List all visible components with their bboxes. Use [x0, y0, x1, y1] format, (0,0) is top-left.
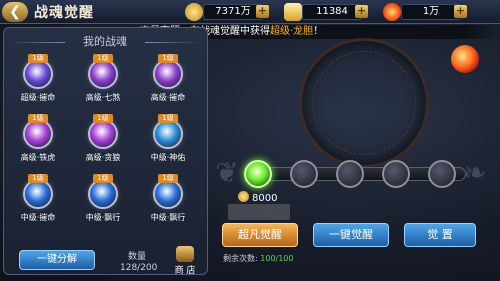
soul-title: 贪狼	[104, 153, 121, 162]
soul-grade: 高级	[85, 153, 102, 162]
soul-item[interactable]: 1级超级·摧命	[8, 52, 68, 112]
back-button[interactable]: ❮	[2, 2, 28, 22]
soul-level-badge: 1级	[93, 114, 113, 123]
soul-orb-icon	[153, 179, 183, 209]
soul-title: 七煞	[104, 93, 121, 102]
awakening-slot-1[interactable]	[244, 160, 272, 188]
add-ingot-button[interactable]: +	[355, 5, 368, 18]
fireball-icon	[451, 45, 479, 73]
soul-grade: 高级	[150, 93, 167, 102]
reset-button[interactable]: 觉 置	[404, 223, 476, 247]
remaining-value: 100/100	[260, 254, 294, 263]
soul-item[interactable]: 1级高级·贪狼	[73, 112, 133, 172]
soul-item[interactable]: 1级	[73, 232, 133, 234]
soul-name: 超级·摧命	[8, 92, 68, 103]
page-title: 战魂觉醒	[34, 5, 94, 21]
coin-icon	[238, 191, 249, 202]
soul-name: 中级·飘行	[73, 212, 133, 223]
soul-title: 铁虎	[39, 153, 56, 162]
soul-title: 摧命	[39, 93, 56, 102]
soul-name: 高级·贪狼	[73, 152, 133, 163]
soul-level-badge: 1级	[158, 114, 178, 123]
soul-name: 中级·飘行	[138, 212, 198, 223]
soul-level-badge: 1级	[28, 174, 48, 183]
soul-title: 飘行	[169, 213, 186, 222]
add-gold-button[interactable]: +	[256, 5, 269, 18]
count-label: 数量	[128, 252, 147, 262]
cost-info-box	[228, 204, 290, 220]
soul-level-badge: 1级	[158, 174, 178, 183]
game-screen: { "header": { "title": "战魂觉醒", "gold": "…	[0, 0, 500, 281]
soul-title: 摧命	[39, 213, 56, 222]
one-click-decompose-button[interactable]: 一键分解	[19, 250, 95, 270]
soul-level-badge: 1级	[93, 174, 113, 183]
soul-title: 飘行	[104, 213, 121, 222]
soul-name: 高级·七煞	[73, 92, 133, 103]
soul-name: 中级·摧命	[8, 212, 68, 223]
soul-grade: 中级	[85, 213, 102, 222]
soul-item[interactable]: 1级高级·七煞	[73, 52, 133, 112]
soul-level-badge: 1级	[28, 54, 48, 63]
gold-coin-icon	[185, 3, 203, 21]
count-value: 128/200	[120, 263, 158, 273]
soul-item[interactable]: 1级	[8, 232, 68, 234]
remaining-count: 剩余次数: 100/100	[223, 253, 293, 264]
super-awaken-button[interactable]: 超凡觉醒	[222, 223, 298, 247]
energy-amount: 1万	[401, 4, 461, 20]
ingot-icon	[284, 3, 302, 21]
soul-level-badge: 1级	[158, 54, 178, 63]
shop-button[interactable]: 商 店	[173, 246, 197, 276]
soul-orb-icon	[153, 119, 183, 149]
soul-orb-icon	[23, 59, 53, 89]
soul-title: 神佑	[169, 153, 186, 162]
soul-item[interactable]: 1级 中级·飘行	[138, 172, 198, 232]
dragon-ornament-left: ❦	[215, 156, 239, 189]
awakening-slot-5[interactable]	[428, 160, 456, 188]
soul-grid: 1级 超级·摧命 1级 高级·七煞 1级 高级·摧命 1级 高级·铁虎 1级 高级·贪狼 1级 中级·…	[8, 52, 205, 234]
soul-level-badge: 1级	[93, 54, 113, 63]
soul-name: 高级·摧命	[138, 92, 198, 103]
soul-orb-icon	[88, 59, 118, 89]
soul-orb-icon	[153, 59, 183, 89]
one-click-awaken-button[interactable]: 一键觉醒	[313, 223, 389, 247]
awakening-slot-4[interactable]	[382, 160, 410, 188]
notice-highlight: 超级·龙胆	[270, 26, 314, 37]
gold-amount: 7371万	[203, 4, 263, 20]
add-energy-button[interactable]: +	[454, 5, 467, 18]
soul-name: 中级·神佑	[138, 152, 198, 163]
ingot-amount: 11384	[302, 4, 362, 20]
awakening-slot-3[interactable]	[336, 160, 364, 188]
awakening-inner-circle	[312, 51, 416, 155]
soul-grade: 中级	[20, 213, 37, 222]
soul-grade: 高级	[85, 93, 102, 102]
shop-label: 商 店	[174, 266, 196, 276]
notice-suffix: ！	[313, 26, 324, 37]
soul-orb-icon	[23, 179, 53, 209]
soul-item[interactable]: 1级	[138, 232, 198, 234]
soul-orb-icon	[88, 119, 118, 149]
cost-value: 8000	[252, 193, 278, 204]
soul-grade: 中级	[150, 153, 167, 162]
soul-level-badge: 1级	[28, 114, 48, 123]
soul-name: 高级·铁虎	[8, 152, 68, 163]
soul-item[interactable]: 1级 中级·摧命	[8, 172, 68, 232]
awakening-cost: 8000	[238, 191, 277, 205]
soul-grade: 超级	[20, 93, 37, 102]
shop-icon	[176, 246, 194, 262]
soul-orb-icon	[88, 179, 118, 209]
soul-orb-icon	[23, 119, 53, 149]
soul-item[interactable]: 1级高级·铁虎	[8, 112, 68, 172]
panel-title: 我的战魂	[10, 34, 200, 50]
soul-item[interactable]: 1级中级·神佑	[138, 112, 198, 172]
soul-title: 摧命	[169, 93, 186, 102]
soul-grade: 中级	[150, 213, 167, 222]
soul-item[interactable]: 1级高级·摧命	[138, 52, 198, 112]
soul-grade: 高级	[20, 153, 37, 162]
remaining-label: 剩余次数:	[223, 254, 261, 263]
fire-energy-icon	[383, 3, 401, 21]
soul-item[interactable]: 1级 中级·飘行	[73, 172, 133, 232]
awakening-slot-2[interactable]	[290, 160, 318, 188]
